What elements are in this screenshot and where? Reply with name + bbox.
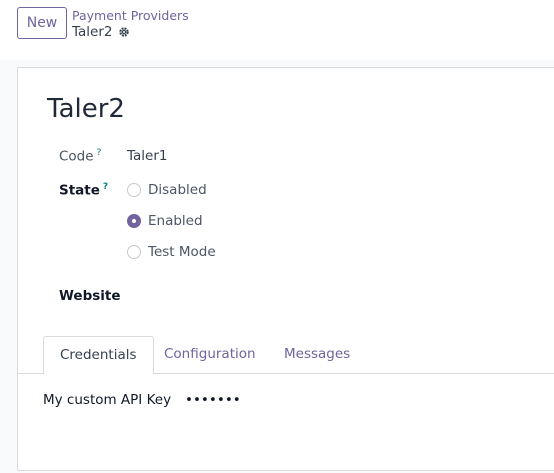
radio-test-mode[interactable]: [127, 245, 141, 259]
radio-disabled[interactable]: [127, 183, 141, 197]
tab-credentials[interactable]: Credentials: [43, 336, 154, 375]
breadcrumb-current: Taler2: [72, 24, 130, 40]
state-option-enabled[interactable]: Enabled: [127, 213, 203, 229]
breadcrumb-current-label: Taler2: [72, 24, 113, 40]
form-sheet: Taler2 Code? Taler1 State? Disabled Enab…: [17, 67, 554, 471]
state-label-text: State: [59, 182, 100, 199]
code-label: Code?: [59, 148, 101, 165]
notebook-tabs: Credentials Configuration Messages: [18, 336, 554, 375]
state-option-disabled[interactable]: Disabled: [127, 182, 207, 198]
state-option-label: Disabled: [148, 182, 207, 198]
state-label: State?: [59, 182, 108, 199]
code-help-tooltip[interactable]: ?: [97, 148, 102, 158]
record-title[interactable]: Taler2: [47, 94, 125, 124]
radio-enabled[interactable]: [127, 214, 141, 228]
state-help-tooltip[interactable]: ?: [103, 182, 108, 192]
website-label: Website: [59, 288, 121, 304]
api-key-field[interactable]: •••••••: [185, 392, 241, 408]
tab-configuration[interactable]: Configuration: [148, 336, 272, 374]
state-option-label: Enabled: [148, 213, 203, 229]
state-option-test-mode[interactable]: Test Mode: [127, 244, 216, 260]
breadcrumb-parent-link[interactable]: Payment Providers: [72, 8, 189, 23]
api-key-label: My custom API Key: [43, 392, 172, 408]
code-value: Taler1: [127, 148, 168, 164]
tab-messages[interactable]: Messages: [268, 336, 366, 374]
gear-icon[interactable]: [118, 26, 130, 38]
state-option-label: Test Mode: [148, 244, 216, 260]
new-button[interactable]: New: [17, 7, 67, 39]
code-label-text: Code: [59, 148, 94, 165]
control-panel: New Payment Providers Taler2: [0, 0, 554, 60]
